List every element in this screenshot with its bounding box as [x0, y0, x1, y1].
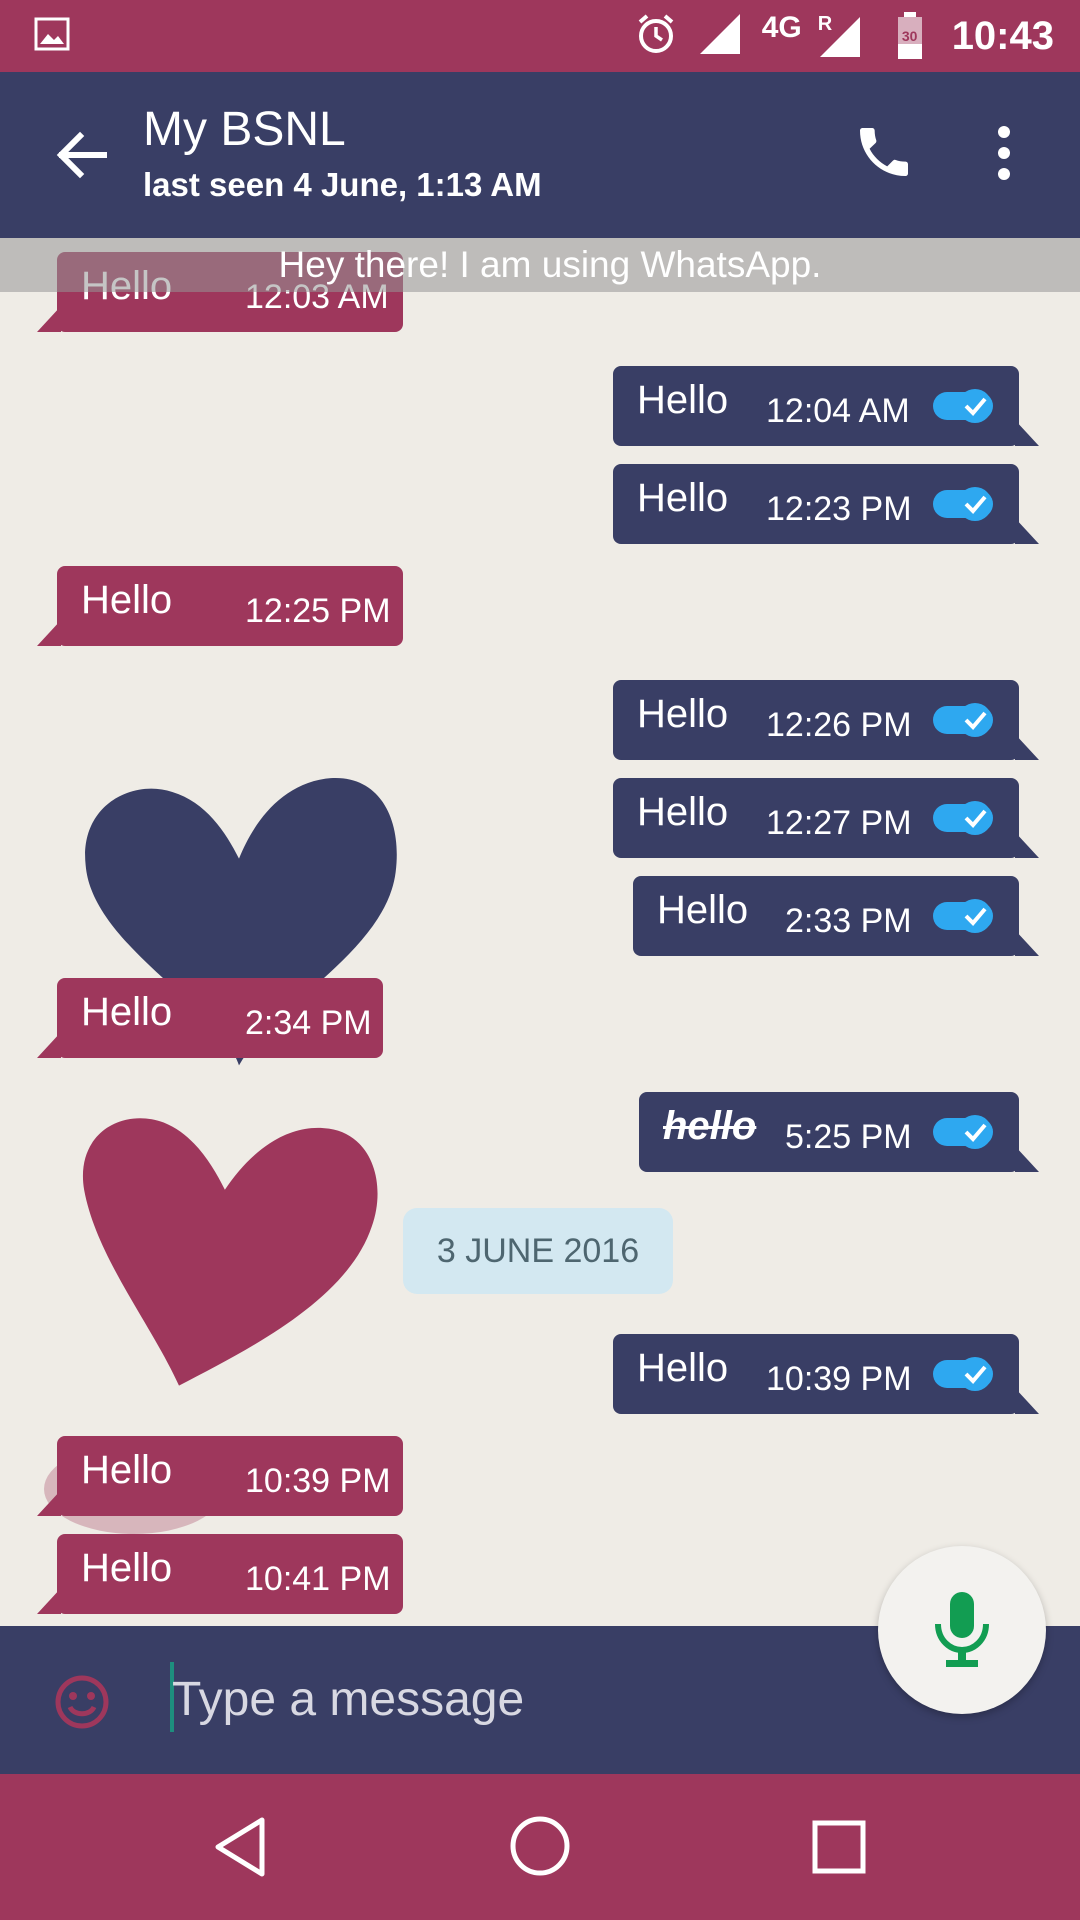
message-text: Hello [81, 1448, 173, 1492]
message-time: 12:26 PM [766, 706, 912, 744]
system-navigation-bar [0, 1774, 1080, 1920]
read-receipt-icon [933, 487, 993, 521]
message-text: hello [663, 1104, 757, 1148]
message-bubble-outgoing[interactable]: Hello 2:33 PM [633, 876, 1039, 956]
contact-status-banner: Hey there! I am using WhatsApp. [0, 238, 1080, 292]
message-time: 5:25 PM [785, 1118, 912, 1156]
message-bubble-outgoing[interactable]: Hello 12:26 PM [613, 680, 1039, 760]
mobile-data-indicator: 4G R [762, 11, 862, 61]
message-bubble-outgoing[interactable]: hello 5:25 PM [639, 1092, 1039, 1172]
message-bubble-incoming[interactable]: Hello 12:25 PM [37, 566, 403, 646]
nav-recents-icon[interactable] [812, 1820, 866, 1879]
message-time: 2:33 PM [785, 902, 912, 940]
message-bubble-incoming[interactable]: Hello 10:41 PM [37, 1534, 403, 1614]
nav-back-icon[interactable] [212, 1816, 268, 1883]
message-time: 12:25 PM [245, 592, 391, 630]
phone-icon[interactable] [852, 120, 916, 189]
alarm-icon [634, 12, 678, 61]
message-input[interactable] [170, 1656, 734, 1742]
more-vert-icon[interactable] [996, 124, 1012, 187]
voice-record-button[interactable] [878, 1546, 1046, 1714]
read-receipt-icon [933, 1357, 993, 1391]
message-time: 10:39 PM [245, 1462, 391, 1500]
message-text: Hello [81, 990, 173, 1034]
read-receipt-icon [933, 899, 993, 933]
read-receipt-icon [933, 703, 993, 737]
message-time: 12:27 PM [766, 804, 912, 842]
message-time: 12:23 PM [766, 490, 912, 528]
message-text: Hello [81, 1546, 173, 1590]
message-bubble-outgoing[interactable]: Hello 12:27 PM [613, 778, 1039, 858]
message-time: 10:41 PM [245, 1560, 391, 1598]
message-time: 12:04 AM [766, 392, 910, 430]
read-receipt-icon [933, 1115, 993, 1149]
back-arrow-icon[interactable] [54, 127, 110, 188]
nav-home-icon[interactable] [508, 1814, 572, 1883]
message-bubble-outgoing[interactable]: Hello 12:23 PM [613, 464, 1039, 544]
message-bubble-outgoing[interactable]: Hello 10:39 PM [613, 1334, 1039, 1414]
pink-heart-wallpaper [82, 1118, 378, 1386]
emoji-icon[interactable] [54, 1674, 110, 1735]
last-seen-status: last seen 4 June, 1:13 AM [143, 166, 542, 203]
message-bubble-outgoing[interactable]: Hello 12:04 AM [613, 366, 1039, 446]
contact-name: My BSNL [143, 103, 346, 156]
chat-header: My BSNL last seen 4 June, 1:13 AM [0, 72, 1080, 238]
message-time: 2:34 PM [245, 1004, 372, 1042]
message-text: Hello [81, 578, 173, 622]
signal-icon [696, 10, 744, 63]
message-text: Hello [657, 888, 749, 932]
status-icons: 4G R 30 10:43 [634, 0, 1054, 72]
signal-roaming-icon [819, 17, 860, 57]
network-type-label: 4G [761, 11, 802, 44]
message-text: Hello [637, 378, 729, 422]
message-bubble-incoming[interactable]: Hello 2:34 PM [37, 978, 383, 1058]
chat-messages-area[interactable]: Hey there! I am using WhatsApp. Hello 12… [0, 238, 1080, 1626]
read-receipt-icon [933, 801, 993, 835]
status-bar: 4G R 30 10:43 [0, 0, 1080, 72]
status-time: 10:43 [951, 13, 1054, 58]
message-text: Hello [637, 476, 729, 520]
message-text: Hello [637, 1346, 729, 1390]
mic-icon [935, 1592, 989, 1667]
read-receipt-icon [933, 389, 993, 423]
message-time: 10:39 PM [766, 1360, 912, 1398]
message-bubble-incoming[interactable]: Hello 10:39 PM [37, 1436, 403, 1516]
message-text: Hello [637, 692, 729, 736]
message-text: Hello [637, 790, 729, 834]
battery-level-label: 30 [901, 28, 918, 44]
battery-icon: 30 [896, 12, 924, 60]
date-separator: 3 JUNE 2016 [403, 1208, 673, 1294]
image-icon [34, 16, 70, 57]
